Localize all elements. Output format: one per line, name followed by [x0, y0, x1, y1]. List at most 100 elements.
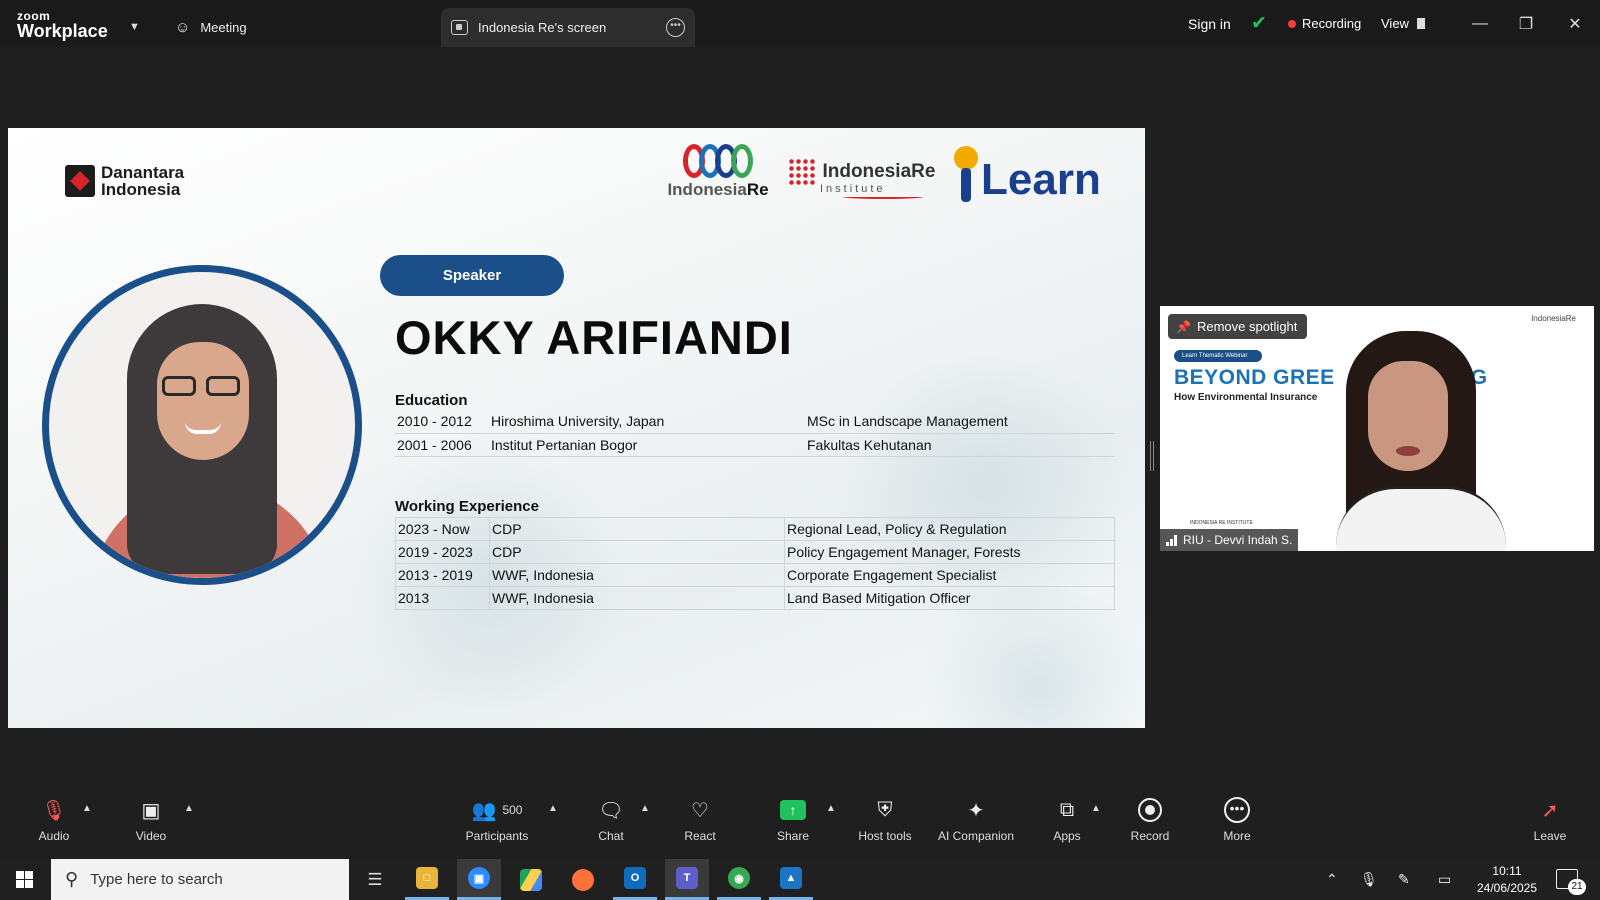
restore-button[interactable]: ❐	[1503, 0, 1549, 47]
ai-companion-label: AI Companion	[937, 829, 1015, 843]
participants-button[interactable]: 👥 500 Participants	[462, 795, 532, 859]
learn-wordmark: Learn	[981, 155, 1101, 204]
work-role: Corporate Engagement Specialist	[784, 563, 1115, 587]
zoom-workplace-menu[interactable]: zoom Workplace ▼	[17, 9, 142, 41]
work-org: WWF, Indonesia	[489, 586, 785, 610]
teams-icon[interactable]: T	[665, 859, 709, 900]
location-pin-icon	[953, 146, 979, 204]
recording-indicator[interactable]: Recording	[1288, 0, 1361, 47]
chat-button[interactable]: 🗨 Chat	[595, 795, 627, 859]
tab-shared-screen[interactable]: Indonesia Re's screen •••	[441, 8, 695, 47]
speaker-label-pill: Speaker	[380, 255, 564, 296]
apps-button[interactable]: ⧉ Apps	[1050, 795, 1084, 859]
screen-share-icon	[451, 20, 468, 35]
tray-display-icon[interactable]: ▭	[1438, 859, 1451, 900]
tray-pen-icon[interactable]: ✎	[1398, 859, 1410, 900]
windows-start-icon[interactable]	[16, 871, 33, 888]
table-row: 2023 - Now CDP Regional Lead, Policy & R…	[395, 517, 1115, 541]
participants-options-chevron-icon[interactable]: ▲	[548, 803, 558, 814]
audio-button[interactable]: 🎙 Audio	[36, 795, 72, 859]
audio-options-chevron-icon[interactable]: ▲	[82, 803, 92, 814]
react-label: React	[684, 829, 716, 843]
work-org: CDP	[489, 517, 785, 541]
participants-label: Participants	[465, 829, 529, 843]
share-button[interactable]: ↑ Share	[775, 795, 811, 859]
record-button[interactable]: Record	[1130, 795, 1170, 859]
split-resize-handle[interactable]	[1150, 441, 1154, 471]
apps-label: Apps	[1053, 829, 1081, 843]
host-tools-label: Host tools	[858, 829, 912, 843]
tab-meeting[interactable]: ☺ Meeting	[175, 8, 247, 47]
indonesia-re-suffix: Re	[746, 180, 769, 199]
work-experience-heading: Working Experience	[395, 498, 539, 515]
taskbar-search-input[interactable]: ⚲ Type here to search	[51, 859, 349, 900]
institute-name: IndonesiaRe	[822, 161, 936, 182]
more-dots-icon: •••	[1224, 797, 1250, 823]
remove-spotlight-label: Remove spotlight	[1196, 319, 1298, 334]
windows-taskbar: ⚲ Type here to search ☰ □ ▣ O T ◉ ▲ ⌃ 🎙 …	[0, 859, 1600, 900]
tile-background-footer: INDONESIA RE INSTITUTE	[1190, 520, 1253, 526]
share-label: Share	[776, 829, 810, 843]
leave-button[interactable]: ➚ Leave	[1532, 795, 1568, 859]
work-org: CDP	[489, 540, 785, 564]
education-years: 2001 - 2006	[395, 433, 489, 457]
shield-icon: ⛨	[877, 798, 893, 821]
sign-in-button[interactable]: Sign in	[1188, 0, 1231, 47]
resize-cursor-icon: ⇔	[1130, 384, 1144, 400]
video-options-chevron-icon[interactable]: ▲	[184, 803, 194, 814]
tray-overflow-chevron-icon[interactable]: ⌃	[1326, 859, 1338, 900]
video-button[interactable]: ▣ Video	[133, 795, 169, 859]
more-options-icon[interactable]: •••	[666, 18, 685, 37]
file-explorer-icon[interactable]: □	[405, 859, 449, 900]
education-degree: MSc in Landscape Management	[805, 410, 1115, 434]
leave-icon: ➚	[1541, 799, 1559, 822]
apps-options-chevron-icon[interactable]: ▲	[1091, 803, 1101, 814]
more-button[interactable]: ••• More	[1219, 795, 1255, 859]
danantara-name-line2: Indonesia	[101, 180, 181, 199]
record-label: Record	[1130, 829, 1170, 843]
danantara-mark-icon	[65, 165, 95, 197]
task-view-icon[interactable]: ☰	[353, 859, 397, 900]
speaker-name: OKKY ARIFIANDI	[395, 311, 793, 364]
search-placeholder: Type here to search	[90, 871, 223, 888]
host-tools-button[interactable]: ⛨ Host tools	[855, 795, 915, 859]
react-button[interactable]: ♡ React	[682, 795, 718, 859]
chevron-down-icon[interactable]: ▼	[129, 21, 140, 33]
audio-label: Audio	[38, 829, 70, 843]
work-years: 2013	[395, 586, 490, 610]
institute-swoosh	[843, 195, 923, 199]
firefox-icon[interactable]	[561, 859, 605, 900]
taskbar-clock[interactable]: 10:11 24/06/2025	[1472, 863, 1542, 897]
minimize-button[interactable]: —	[1457, 0, 1503, 47]
zoom-app-icon[interactable]: ▣	[457, 859, 501, 900]
tile-background-logo: IndonesiaRe	[1531, 314, 1576, 323]
brand-workplace: Workplace	[17, 21, 108, 41]
search-icon: ⚲	[65, 869, 79, 889]
table-row: 2013 - 2019 WWF, Indonesia Corporate Eng…	[395, 563, 1115, 587]
share-options-chevron-icon[interactable]: ▲	[826, 803, 836, 814]
photos-icon[interactable]: ▲	[769, 859, 813, 900]
participant-video	[1336, 306, 1516, 551]
close-button[interactable]: ✕	[1552, 0, 1598, 47]
chat-options-chevron-icon[interactable]: ▲	[640, 803, 650, 814]
indonesia-re-rings-icon	[663, 144, 773, 178]
outlook-icon[interactable]: O	[613, 859, 657, 900]
indonesia-re-prefix: Indonesia	[667, 180, 747, 199]
security-shield-icon[interactable]: ✔	[1251, 0, 1267, 47]
record-icon	[1138, 798, 1162, 822]
google-drive-icon[interactable]	[509, 859, 553, 900]
work-role: Land Based Mitigation Officer	[784, 586, 1115, 610]
chrome-icon[interactable]: ◉	[717, 859, 761, 900]
participants-count: 500	[502, 803, 523, 817]
ai-companion-button[interactable]: ✦ AI Companion	[935, 795, 1017, 859]
clock-time: 10:11	[1492, 864, 1522, 878]
work-org: WWF, Indonesia	[489, 563, 785, 587]
speaker-video-tile[interactable]: IndonesiaRe Learn Thematic Webinar BEYON…	[1160, 306, 1594, 551]
view-button[interactable]: View	[1381, 0, 1425, 47]
video-camera-icon: ▣	[141, 799, 161, 822]
institute-dots-icon	[788, 158, 816, 186]
title-bar: zoom Workplace ▼ ☺ Meeting Indonesia Re'…	[0, 0, 1600, 47]
danantara-logo: Danantara Indonesia	[65, 164, 184, 198]
remove-spotlight-button[interactable]: 📌 Remove spotlight	[1168, 314, 1308, 339]
tray-microphone-icon[interactable]: 🎙	[1360, 859, 1378, 900]
